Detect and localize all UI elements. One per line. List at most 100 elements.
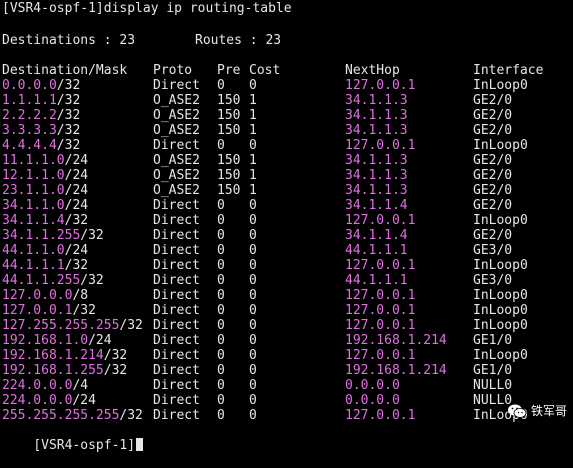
- cell-destination: 192.168.1.214/32: [2, 348, 127, 363]
- cell-proto: O_ASE2: [153, 108, 200, 123]
- header-nexthop: NextHop: [345, 63, 400, 78]
- cell-proto: Direct: [153, 273, 200, 288]
- table-row: 4.4.4.4/32 Direct 0 0 127.0.0.1 InLoop0: [2, 138, 573, 153]
- destination-mask: /32: [80, 273, 104, 288]
- cell-nexthop: 0.0.0.0: [345, 393, 400, 408]
- cell-pre: 0: [217, 348, 225, 363]
- destination-mask: /24: [64, 168, 89, 183]
- cell-nexthop: 34.1.1.3: [345, 168, 408, 183]
- cell-cost: 0: [249, 348, 257, 363]
- cell-pre: 0: [217, 318, 225, 333]
- cell-interface: GE2/0: [473, 168, 513, 183]
- destination-mask: /32: [72, 303, 96, 318]
- cell-pre: 150: [217, 123, 241, 138]
- cell-nexthop: 127.0.0.1: [345, 78, 416, 93]
- destination-ip: 127.0.0.0: [2, 288, 73, 303]
- cell-proto: Direct: [153, 138, 200, 153]
- cell-cost: 1: [249, 93, 257, 108]
- destination-mask: /32: [64, 213, 89, 228]
- header-destination: Destination/Mask: [2, 63, 128, 78]
- destination-ip: 127.255.255.255: [2, 318, 120, 333]
- destination-mask: /32: [80, 228, 104, 243]
- cell-proto: Direct: [153, 258, 200, 273]
- cell-interface: GE2/0: [473, 228, 513, 243]
- cell-destination: 127.0.0.0/8: [2, 288, 88, 303]
- cell-destination: 44.1.1.255/32: [2, 273, 104, 288]
- cell-interface: InLoop0: [473, 348, 528, 363]
- cell-nexthop: 34.1.1.3: [345, 93, 408, 108]
- cell-destination: 224.0.0.0/4: [2, 378, 88, 393]
- table-row: 44.1.1.255/32 Direct 0 0 44.1.1.1 GE3/0: [2, 273, 573, 288]
- destination-mask: /32: [56, 138, 81, 153]
- destination-ip: 192.168.1.214: [2, 348, 104, 363]
- cell-proto: Direct: [153, 318, 200, 333]
- table-row: 34.1.1.4/32 Direct 0 0 127.0.0.1 InLoop0: [2, 213, 573, 228]
- cell-cost: 1: [249, 108, 257, 123]
- cell-proto: Direct: [153, 228, 200, 243]
- watermark-text: 铁军哥: [530, 404, 567, 418]
- cell-proto: Direct: [153, 198, 200, 213]
- destination-mask: /24: [72, 393, 96, 408]
- cell-destination: 3.3.3.3/32: [2, 123, 80, 138]
- table-row: 3.3.3.3/32 O_ASE2 150 1 34.1.1.3 GE2/0: [2, 123, 573, 138]
- header-proto: Proto: [153, 63, 193, 78]
- cell-pre: 150: [217, 153, 241, 168]
- destination-mask: /24: [64, 243, 89, 258]
- table-row: 224.0.0.0/24 Direct 0 0 0.0.0.0 NULL0: [2, 393, 573, 408]
- cell-nexthop: 34.1.1.3: [345, 108, 408, 123]
- cell-interface: GE2/0: [473, 93, 513, 108]
- destination-mask: /32: [56, 108, 81, 123]
- cell-nexthop: 34.1.1.3: [345, 123, 408, 138]
- destination-ip: 127.0.0.1: [2, 303, 73, 318]
- destination-ip: 255.255.255.255: [2, 408, 120, 423]
- wechat-logo-icon: [507, 404, 527, 418]
- table-row: 127.0.0.1/32 Direct 0 0 127.0.0.1 InLoop0: [2, 303, 573, 318]
- cell-cost: 0: [249, 333, 257, 348]
- cell-destination: 34.1.1.0/24: [2, 198, 88, 213]
- destination-mask: /24: [64, 198, 89, 213]
- prompt-line[interactable]: [VSR4-ospf-1]: [2, 423, 144, 453]
- table-row: 127.255.255.255/32 Direct 0 0 127.0.0.1 InLoo…: [2, 318, 573, 333]
- cell-destination: 4.4.4.4/32: [2, 138, 80, 153]
- cell-destination: 34.1.1.4/32: [2, 213, 88, 228]
- table-row: 127.0.0.0/8 Direct 0 0 127.0.0.1 InLoop0: [2, 288, 573, 303]
- cell-pre: 0: [217, 228, 225, 243]
- cell-destination: 23.1.1.0/24: [2, 183, 88, 198]
- destination-mask: /32: [119, 318, 143, 333]
- destination-ip: 224.0.0.0: [2, 393, 73, 408]
- cell-cost: 0: [249, 213, 257, 228]
- cell-interface: GE1/0: [473, 333, 513, 348]
- cell-nexthop: 44.1.1.1: [345, 243, 408, 258]
- cell-destination: 255.255.255.255/32: [2, 408, 143, 423]
- destination-mask: /32: [103, 363, 128, 378]
- destination-ip: 34.1.1.255: [2, 228, 81, 243]
- cell-cost: 1: [249, 183, 257, 198]
- table-row: 44.1.1.1/32 Direct 0 0 127.0.0.1 InLoop0: [2, 258, 573, 273]
- terminal-window[interactable]: [VSR4-ospf-1]display ip routing-table De…: [2, 0, 573, 453]
- destinations-count: Destinations : 23: [2, 33, 136, 48]
- cell-interface: InLoop0: [473, 138, 528, 153]
- cell-pre: 0: [217, 363, 225, 378]
- cell-pre: 150: [217, 183, 241, 198]
- destination-mask: /24: [88, 333, 112, 348]
- cell-nexthop: 127.0.0.1: [345, 318, 416, 333]
- cell-nexthop: 127.0.0.1: [345, 288, 416, 303]
- destination-mask: /32: [56, 123, 81, 138]
- cell-destination: 1.1.1.1/32: [2, 93, 80, 108]
- cell-interface: InLoop0: [473, 288, 528, 303]
- cell-cost: 0: [249, 288, 257, 303]
- cell-proto: Direct: [153, 288, 200, 303]
- destination-mask: /24: [64, 153, 89, 168]
- cell-cost: 0: [249, 273, 257, 288]
- destination-ip: 224.0.0.0: [2, 378, 73, 393]
- cell-destination: 2.2.2.2/32: [2, 108, 80, 123]
- destination-ip: 44.1.1.0: [2, 243, 65, 258]
- cell-nexthop: 192.168.1.214: [345, 333, 447, 348]
- cell-interface: GE2/0: [473, 108, 513, 123]
- destination-ip: 23.1.1.0: [2, 183, 65, 198]
- cell-destination: 192.168.1.0/24: [2, 333, 112, 348]
- table-row: 23.1.1.0/24 O_ASE2 150 1 34.1.1.3 GE2/0: [2, 183, 573, 198]
- cell-pre: 0: [217, 138, 225, 153]
- cell-destination: 44.1.1.1/32: [2, 258, 88, 273]
- cell-nexthop: 127.0.0.1: [345, 138, 416, 153]
